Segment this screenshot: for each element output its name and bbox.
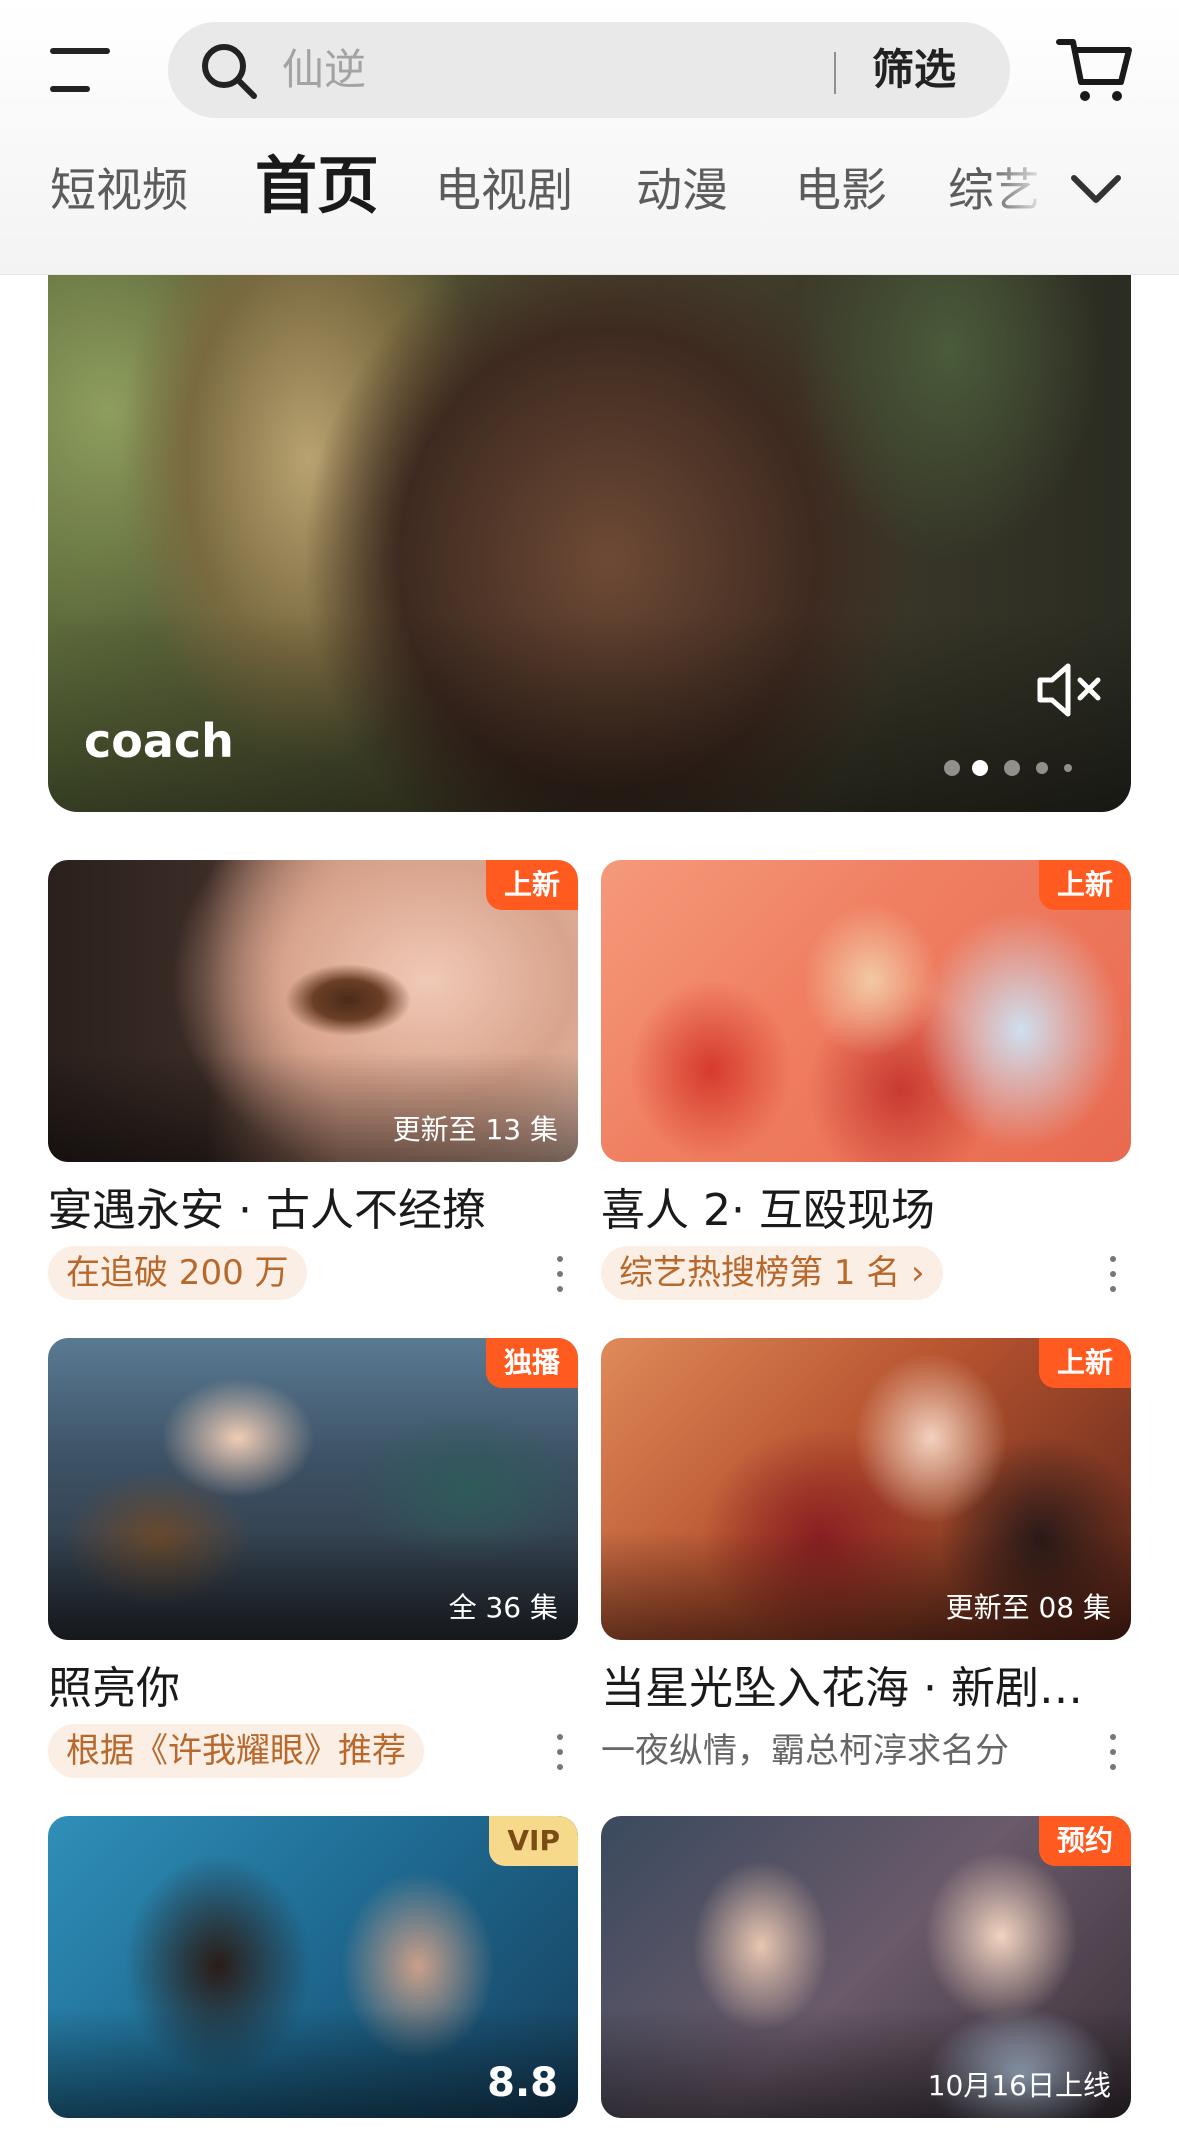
carousel-dot-active[interactable]	[972, 760, 988, 776]
card-title[interactable]: 宴遇永安 · 古人不经撩	[48, 1176, 578, 1246]
status-badge: 预约	[1038, 1816, 1131, 1866]
search-icon	[202, 44, 257, 99]
tab-variety[interactable]: 综艺	[948, 150, 1048, 230]
episode-count: 更新至 13 集	[392, 1113, 558, 1146]
card-thumbnail[interactable]: 独播 全 36 集	[48, 1338, 578, 1640]
card-thumbnail[interactable]: 上新	[601, 860, 1131, 1162]
hero-title: coach	[84, 714, 234, 768]
card-thumbnail[interactable]: 上新 更新至 13 集	[48, 860, 578, 1162]
card-title[interactable]: 当星光坠入花海 · 新剧…	[601, 1654, 1131, 1724]
status-badge: 上新	[1038, 860, 1131, 910]
card-thumbnail[interactable]: 预约 10月16日上线	[601, 1816, 1131, 2118]
status-badge: 上新	[485, 860, 578, 910]
vip-badge: VIP	[489, 1816, 578, 1866]
content-card: 上新 喜人 2· 互殴现场 综艺热搜榜第 1 名 ›	[601, 860, 1131, 1302]
channel-tabs: 短视频 首页 电视剧 动漫 电影 综艺	[0, 149, 1179, 230]
mute-icon[interactable]	[1034, 658, 1104, 722]
more-options-icon[interactable]	[1105, 1254, 1121, 1294]
card-title[interactable]: 照亮你	[48, 1654, 578, 1724]
episode-count: 全 36 集	[448, 1591, 558, 1624]
more-options-icon[interactable]	[552, 1732, 568, 1772]
card-subtitle[interactable]: 在追破 200 万	[48, 1246, 307, 1300]
carousel-dot[interactable]	[1004, 760, 1020, 776]
content-card: 独播 全 36 集 照亮你 根据《许我耀眼》推荐	[48, 1338, 578, 1780]
release-date: 10月16日上线	[927, 2069, 1111, 2102]
carousel-dot[interactable]	[944, 760, 960, 776]
card-thumbnail[interactable]: VIP 8.8	[48, 1816, 578, 2118]
content-card: 上新 更新至 08 集 当星光坠入花海 · 新剧… 一夜纵情，霸总柯淳求名分	[601, 1338, 1131, 1780]
more-options-icon[interactable]	[1105, 1732, 1121, 1772]
episode-count: 更新至 08 集	[945, 1591, 1111, 1624]
tab-movie[interactable]: 电影	[795, 150, 887, 230]
search-divider	[834, 52, 836, 94]
filter-button[interactable]: 筛选	[872, 22, 956, 118]
content-card: VIP 8.8	[48, 1816, 578, 2118]
menu-icon[interactable]	[50, 44, 120, 100]
status-badge: 上新	[1038, 1338, 1131, 1388]
tab-tv-series[interactable]: 电视剧	[435, 150, 573, 230]
more-options-icon[interactable]	[552, 1254, 568, 1294]
card-subtitle[interactable]: 综艺热搜榜第 1 名 ›	[601, 1246, 943, 1300]
content-card: 上新 更新至 13 集 宴遇永安 · 古人不经撩 在追破 200 万	[48, 860, 578, 1302]
cart-icon[interactable]	[1055, 30, 1135, 110]
top-header: 仙逆 筛选 短视频 首页 电视剧 动漫 电影 综艺	[0, 0, 1179, 275]
tab-short-video[interactable]: 短视频	[50, 150, 188, 230]
card-subtitle[interactable]: 根据《许我耀眼》推荐	[48, 1724, 424, 1778]
carousel-dot[interactable]	[1064, 764, 1072, 772]
rating-score: 8.8	[487, 2060, 558, 2106]
card-thumbnail[interactable]: 上新 更新至 08 集	[601, 1338, 1131, 1640]
card-subtitle[interactable]: 一夜纵情，霸总柯淳求名分	[601, 1724, 1009, 1778]
tab-anime[interactable]: 动漫	[636, 150, 728, 230]
tab-home[interactable]: 首页	[255, 146, 379, 226]
chevron-down-icon[interactable]	[1068, 168, 1124, 212]
card-title[interactable]: 喜人 2· 互殴现场	[601, 1176, 1131, 1246]
status-badge: 独播	[485, 1338, 578, 1388]
search-bar[interactable]: 仙逆 筛选	[168, 22, 1010, 118]
search-placeholder[interactable]: 仙逆	[282, 22, 366, 118]
carousel-dot[interactable]	[1036, 762, 1048, 774]
content-card: 预约 10月16日上线	[601, 1816, 1131, 2118]
hero-banner[interactable]: coach	[48, 230, 1131, 812]
